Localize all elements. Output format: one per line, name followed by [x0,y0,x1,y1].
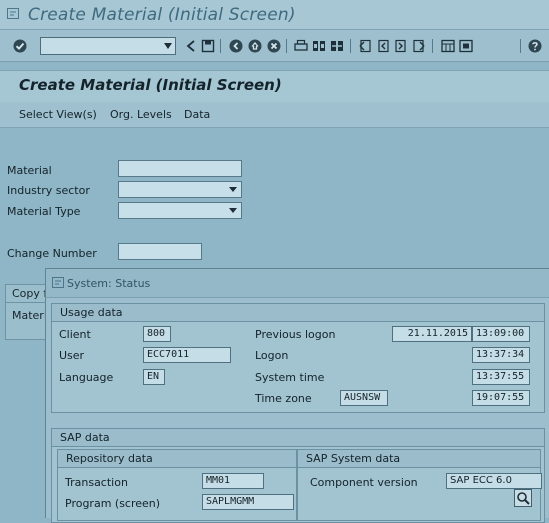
client-label: Client [59,328,91,341]
material-type-select[interactable] [118,202,242,219]
usage-data-group: Usage data Client 800 User ECC7011 Langu… [51,303,545,413]
print-icon[interactable] [293,38,309,54]
material-input[interactable] [118,160,242,177]
last-page-icon[interactable] [411,38,427,54]
previous-logon-date: 21.11.2015 [392,326,472,342]
window-menu-icon[interactable] [52,277,64,288]
industry-sector-label: Industry sector [7,184,90,197]
previous-page-icon[interactable] [375,38,391,54]
org-levels-button[interactable]: Org. Levels [110,108,172,121]
toolbar-separator [432,39,433,53]
user-value: ECC7011 [143,347,231,363]
toolbar-separator [286,39,287,53]
time-zone-time: 19:07:55 [472,390,530,406]
copy-from-header: Copy f [6,285,48,303]
back-icon[interactable] [183,38,199,54]
transaction-label: Transaction [65,476,128,489]
language-value: EN [143,369,165,385]
sap-data-header: SAP data [52,429,544,447]
sap-data-title: SAP data [60,431,110,444]
repository-data-title: Repository data [66,452,153,465]
system-time-value: 13:37:55 [472,369,530,385]
select-views-button[interactable]: Select View(s) [19,108,97,121]
component-version-value: SAP ECC 6.0 [446,473,542,489]
back-green-icon[interactable] [228,38,244,54]
sap-system-data-group: SAP System data Component version SAP EC… [297,449,542,521]
dialog-title: System: Status [67,277,151,290]
time-zone-value: AUSNSW [340,390,388,406]
chevron-down-icon[interactable] [229,208,237,213]
window-menu-icon[interactable] [7,8,19,19]
toolbar-separator [220,39,221,53]
chevron-down-icon[interactable] [164,43,172,49]
sap-system-data-title: SAP System data [306,452,401,465]
shortcut-icon[interactable] [458,38,474,54]
sap-data-group: SAP data Repository data Transaction MM0… [51,428,545,523]
copy-from-group: Copy f Materi [5,284,49,340]
language-label: Language [59,371,114,384]
repository-data-group: Repository data Transaction MM01 Program… [57,449,297,521]
application-toolbar: Select View(s) Org. Levels Data [0,102,549,128]
first-page-icon[interactable] [357,38,373,54]
new-session-icon[interactable] [440,38,456,54]
enter-icon[interactable] [12,38,28,54]
previous-logon-time: 13:09:00 [472,326,530,342]
window-title: Create Material (Initial Screen) [28,5,296,25]
find-next-icon[interactable] [329,38,345,54]
system-time-label: System time [255,371,325,384]
toolbar-separator [520,39,521,53]
usage-data-title: Usage data [60,306,123,319]
find-icon[interactable] [311,38,327,54]
dialog-title-bar: System: Status [46,269,549,298]
program-label: Program (screen) [65,497,161,510]
transaction-value: MM01 [202,473,264,489]
industry-sector-select[interactable] [118,181,242,198]
material-type-label: Material Type [7,205,81,218]
change-number-label: Change Number [7,247,97,260]
cancel-icon[interactable] [266,38,282,54]
search-button[interactable] [514,489,532,507]
next-page-icon[interactable] [393,38,409,54]
system-status-dialog: System: Status Usage data Client 800 Use… [45,268,549,523]
exit-icon[interactable] [247,38,263,54]
previous-logon-label: Previous logon [255,328,336,341]
toolbar-separator [350,39,351,53]
sap-system-data-header: SAP System data [298,450,540,468]
logon-label: Logon [255,349,289,362]
repository-data-header: Repository data [58,450,296,468]
title-bar: Create Material (Initial Screen) [0,0,549,30]
user-label: User [59,349,85,362]
standard-toolbar [0,30,549,62]
data-button[interactable]: Data [184,108,210,121]
program-value: SAPLMGMM [202,494,294,510]
save-icon[interactable] [200,38,216,54]
material-label: Material [7,164,52,177]
client-value: 800 [143,326,171,342]
change-number-input[interactable] [118,243,202,260]
copy-material-label: Materi [12,309,47,322]
time-zone-label: Time zone [255,392,312,405]
logon-time: 13:37:34 [472,347,530,363]
screen-title-bar: Create Material (Initial Screen) [0,70,549,102]
component-version-label: Component version [310,476,418,489]
copy-from-label: Copy f [12,287,48,300]
usage-data-header: Usage data [52,304,544,322]
chevron-down-icon[interactable] [229,187,237,192]
help-icon[interactable] [527,38,543,54]
search-icon [517,492,530,505]
command-field[interactable] [40,37,176,55]
screen-title: Create Material (Initial Screen) [19,76,282,94]
